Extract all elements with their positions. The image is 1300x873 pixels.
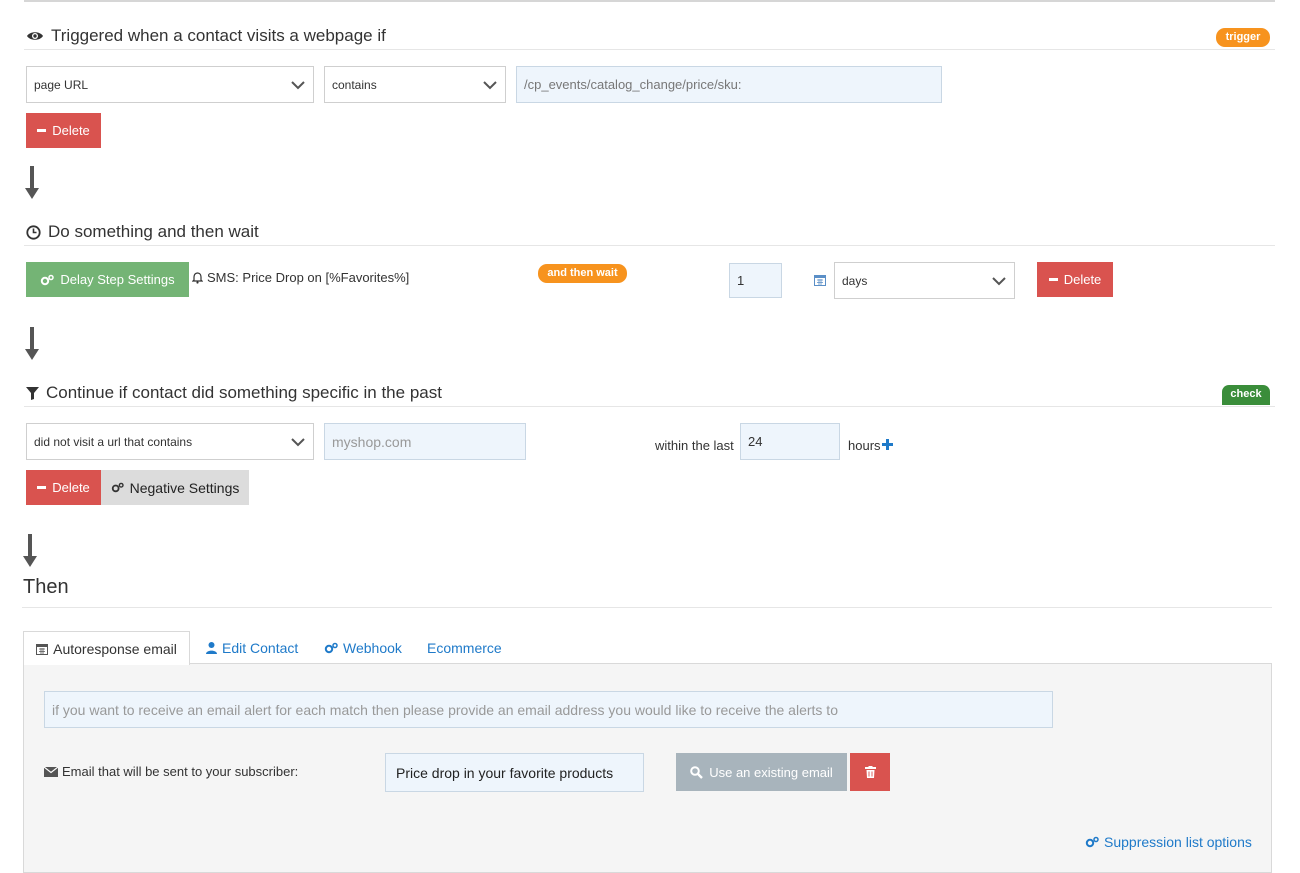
trigger-field-value: page URL	[34, 77, 89, 92]
check-title: Continue if contact did something specif…	[46, 383, 442, 402]
gears-icon	[1085, 836, 1099, 848]
filter-icon	[26, 386, 39, 400]
check-url-input[interactable]: myshop.com	[324, 423, 526, 460]
alert-email-input[interactable]: if you want to receive an email alert fo…	[44, 691, 1053, 728]
tab-webhook[interactable]: Webhook	[324, 631, 402, 664]
down-arrow-icon	[23, 534, 37, 567]
use-existing-email-button[interactable]: Use an existing email	[676, 753, 847, 791]
down-arrow-icon	[25, 327, 39, 360]
gears-icon	[111, 482, 124, 493]
delay-divider	[24, 245, 1275, 246]
plus-icon[interactable]	[882, 439, 893, 450]
sms-step-label[interactable]: SMS: Price Drop on [%Favorites%]	[192, 270, 409, 285]
email-subject-input[interactable]: Price drop in your favorite products	[385, 753, 644, 792]
bell-icon	[192, 272, 203, 284]
envelope-icon	[44, 766, 58, 777]
chevron-down-icon	[483, 80, 497, 89]
trigger-operator-select[interactable]: contains	[324, 66, 506, 103]
tab-edit-contact[interactable]: Edit Contact	[206, 631, 298, 664]
trigger-url-input[interactable]: /cp_events/catalog_change/price/sku:	[516, 66, 942, 103]
chevron-down-icon	[291, 80, 305, 89]
delay-amount-input[interactable]: 1	[729, 263, 782, 298]
hours-label: hours	[848, 438, 881, 453]
trigger-divider	[24, 49, 1275, 50]
trigger-title: Triggered when a contact visits a webpag…	[51, 26, 386, 45]
and-then-wait-badge: and then wait	[538, 264, 627, 283]
check-heading: Continue if contact did something specif…	[26, 381, 442, 405]
gears-icon	[324, 642, 338, 653]
calendar-icon	[36, 643, 49, 655]
trigger-url-value: /cp_events/catalog_change/price/sku:	[524, 77, 742, 92]
suppression-list-link[interactable]: Suppression list options	[1085, 832, 1252, 852]
email-sent-label: Email that will be sent to your subscrib…	[44, 764, 298, 779]
delay-heading: Do something and then wait	[26, 220, 259, 244]
check-delete-button[interactable]: Delete	[26, 470, 101, 505]
check-condition-select[interactable]: did not visit a url that contains	[26, 423, 314, 460]
search-icon	[690, 765, 704, 779]
then-title: Then	[23, 576, 69, 598]
check-badge: check	[1222, 385, 1270, 405]
trigger-heading: Triggered when a contact visits a webpag…	[26, 24, 386, 48]
gears-icon	[41, 274, 55, 285]
delay-unit-select[interactable]: days	[834, 262, 1015, 299]
within-last-label: within the last	[655, 438, 734, 453]
then-divider	[22, 607, 1272, 608]
minus-icon	[1048, 278, 1058, 281]
tab-autoresponse-email[interactable]: Autoresponse email	[23, 631, 190, 665]
delay-delete-button[interactable]: Delete	[1037, 262, 1113, 297]
delay-step-settings-button[interactable]: Delay Step Settings	[26, 262, 189, 297]
down-arrow-icon	[25, 166, 39, 199]
tab-ecommerce[interactable]: Ecommerce	[427, 631, 502, 664]
trigger-badge: trigger	[1216, 28, 1270, 47]
trigger-operator-value: contains	[332, 77, 377, 92]
trash-icon	[864, 766, 876, 778]
chevron-down-icon	[291, 437, 305, 446]
negative-settings-button[interactable]: Negative Settings	[101, 470, 249, 505]
calendar-icon	[814, 275, 826, 286]
minus-icon	[37, 129, 47, 132]
hours-input[interactable]: 24	[740, 423, 840, 460]
eye-icon	[27, 32, 43, 40]
top-divider	[24, 0, 1275, 2]
chevron-down-icon	[992, 276, 1006, 285]
trigger-delete-button[interactable]: Delete	[26, 113, 101, 148]
check-divider	[24, 406, 1275, 407]
clock-icon	[26, 224, 41, 240]
minus-icon	[37, 486, 47, 489]
delete-email-button[interactable]	[850, 753, 890, 791]
user-icon	[206, 641, 217, 654]
trigger-field-select[interactable]: page URL	[26, 66, 314, 103]
delay-title: Do something and then wait	[48, 222, 259, 241]
